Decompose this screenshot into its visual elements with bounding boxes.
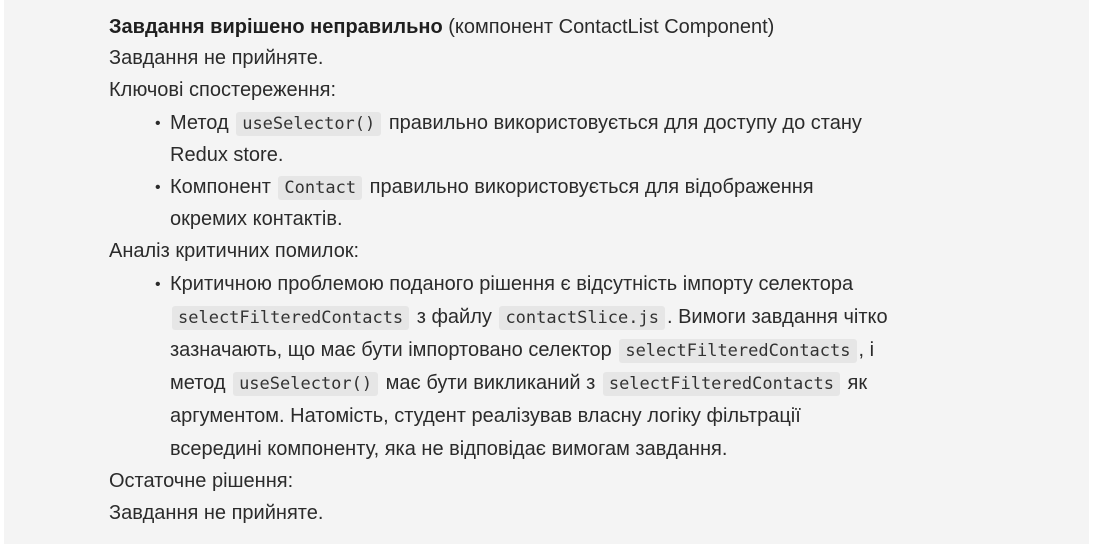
observation-text: правильно використовується для доступу д… [383, 112, 862, 134]
error-text: має бути викликаний з [380, 372, 601, 394]
bullet-icon: • [155, 115, 161, 132]
observations-heading: Ключові спостереження: [109, 79, 337, 101]
error-item-1-line-2: selectFilteredContacts з файлу contactSl… [109, 301, 1089, 334]
observation-item-2-cont: окремих контактів. [170, 208, 343, 230]
final-status-text: Завдання не прийняте. [109, 502, 324, 524]
observation-text: Метод [170, 112, 235, 134]
final-heading: Остаточне рішення: [109, 470, 294, 492]
code-snippet: useSelector() [236, 112, 382, 136]
verdict-title: Завдання вирішено неправильно (компонент… [109, 12, 1089, 43]
error-text: . Вимоги завдання чітко [666, 306, 888, 328]
error-item-1: • Критичною проблемою поданого рішення є… [109, 268, 1089, 301]
verdict-title-component: (компонент ContactList Component) [442, 16, 775, 38]
error-text: Критичною проблемою поданого рішення є в… [170, 273, 854, 295]
bullet-icon: • [155, 276, 161, 293]
error-item-1-line-6: всередині компоненту, яка не відповідає … [170, 438, 728, 460]
analysis-heading: Аналіз критичних помилок: [109, 240, 360, 262]
code-snippet: selectFilteredContacts [602, 372, 840, 396]
error-item-1-line-3: зазначають, що має бути імпортовано селе… [109, 334, 1089, 367]
observation-text: Компонент [170, 176, 277, 198]
error-text: з файлу [411, 306, 498, 328]
code-snippet: selectFilteredContacts [619, 339, 857, 363]
observation-item-1: • Метод useSelector() правильно використ… [109, 107, 1089, 140]
review-panel: Завдання вирішено неправильно (компонент… [4, 0, 1089, 544]
observation-item-2: • Компонент Contact правильно використов… [109, 171, 1089, 204]
error-text: зазначають, що має бути імпортовано селе… [170, 339, 618, 361]
status-text: Завдання не прийняте. [109, 47, 324, 69]
error-text: метод [170, 372, 232, 394]
error-text: , і [858, 339, 875, 361]
code-snippet: contactSlice.js [499, 306, 665, 330]
observation-text: правильно використовується для відображе… [364, 176, 814, 198]
error-item-1-line-4: метод useSelector() має бути викликаний … [109, 367, 1089, 400]
error-item-1-line-5: аргументом. Натомість, студент реалізува… [170, 405, 801, 427]
observation-item-1-cont: Redux store. [170, 144, 284, 166]
code-snippet: selectFilteredContacts [172, 306, 410, 330]
code-snippet: useSelector() [233, 372, 379, 396]
verdict-title-bold: Завдання вирішено неправильно [109, 16, 443, 38]
code-snippet: Contact [278, 176, 363, 200]
error-text: як [842, 372, 868, 394]
bullet-icon: • [155, 179, 161, 196]
